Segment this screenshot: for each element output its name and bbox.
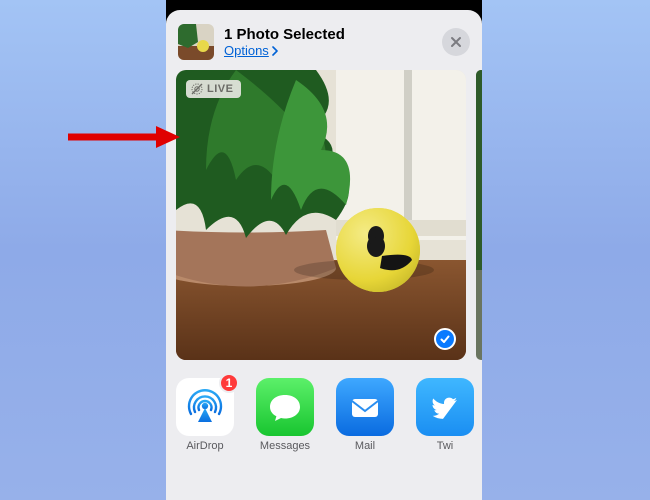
chevron-right-icon (271, 46, 279, 56)
selection-thumbnail[interactable] (178, 24, 214, 60)
live-off-icon (190, 82, 204, 96)
live-photo-badge[interactable]: LIVE (186, 80, 241, 98)
app-label: Twi (437, 440, 454, 452)
app-label: Mail (355, 440, 375, 452)
check-icon (439, 333, 451, 345)
share-sheet: 1 Photo Selected Options (166, 10, 482, 500)
live-badge-text: LIVE (207, 83, 233, 95)
selected-checkmark[interactable] (434, 328, 456, 350)
next-photo-sliver (476, 70, 482, 360)
header-text: 1 Photo Selected Options (224, 26, 432, 58)
annotation-arrow (68, 126, 180, 148)
app-airdrop[interactable]: 1 AirDrop (176, 378, 234, 452)
phone-frame: 1 Photo Selected Options (166, 0, 482, 500)
photo-preview-next[interactable] (476, 70, 482, 360)
share-header: 1 Photo Selected Options (166, 10, 482, 70)
options-label: Options (224, 43, 269, 58)
app-mail[interactable]: Mail (336, 378, 394, 452)
app-label: Messages (260, 440, 310, 452)
messages-icon (256, 378, 314, 436)
close-button[interactable] (442, 28, 470, 56)
app-messages[interactable]: Messages (256, 378, 314, 452)
thumb-image (178, 24, 214, 60)
airdrop-icon: 1 (176, 378, 234, 436)
photo-preview[interactable]: LIVE (176, 70, 466, 360)
app-twitter[interactable]: Twi (416, 378, 474, 452)
photo-image (176, 70, 466, 360)
share-app-row[interactable]: 1 AirDrop Messages M (166, 366, 482, 460)
twitter-icon (416, 378, 474, 436)
airdrop-badge: 1 (219, 373, 239, 393)
photo-carousel[interactable]: LIVE (166, 70, 482, 366)
app-label: AirDrop (186, 440, 223, 452)
selection-title: 1 Photo Selected (224, 26, 432, 43)
mail-icon (336, 378, 394, 436)
close-icon (450, 36, 462, 48)
options-link[interactable]: Options (224, 43, 432, 58)
